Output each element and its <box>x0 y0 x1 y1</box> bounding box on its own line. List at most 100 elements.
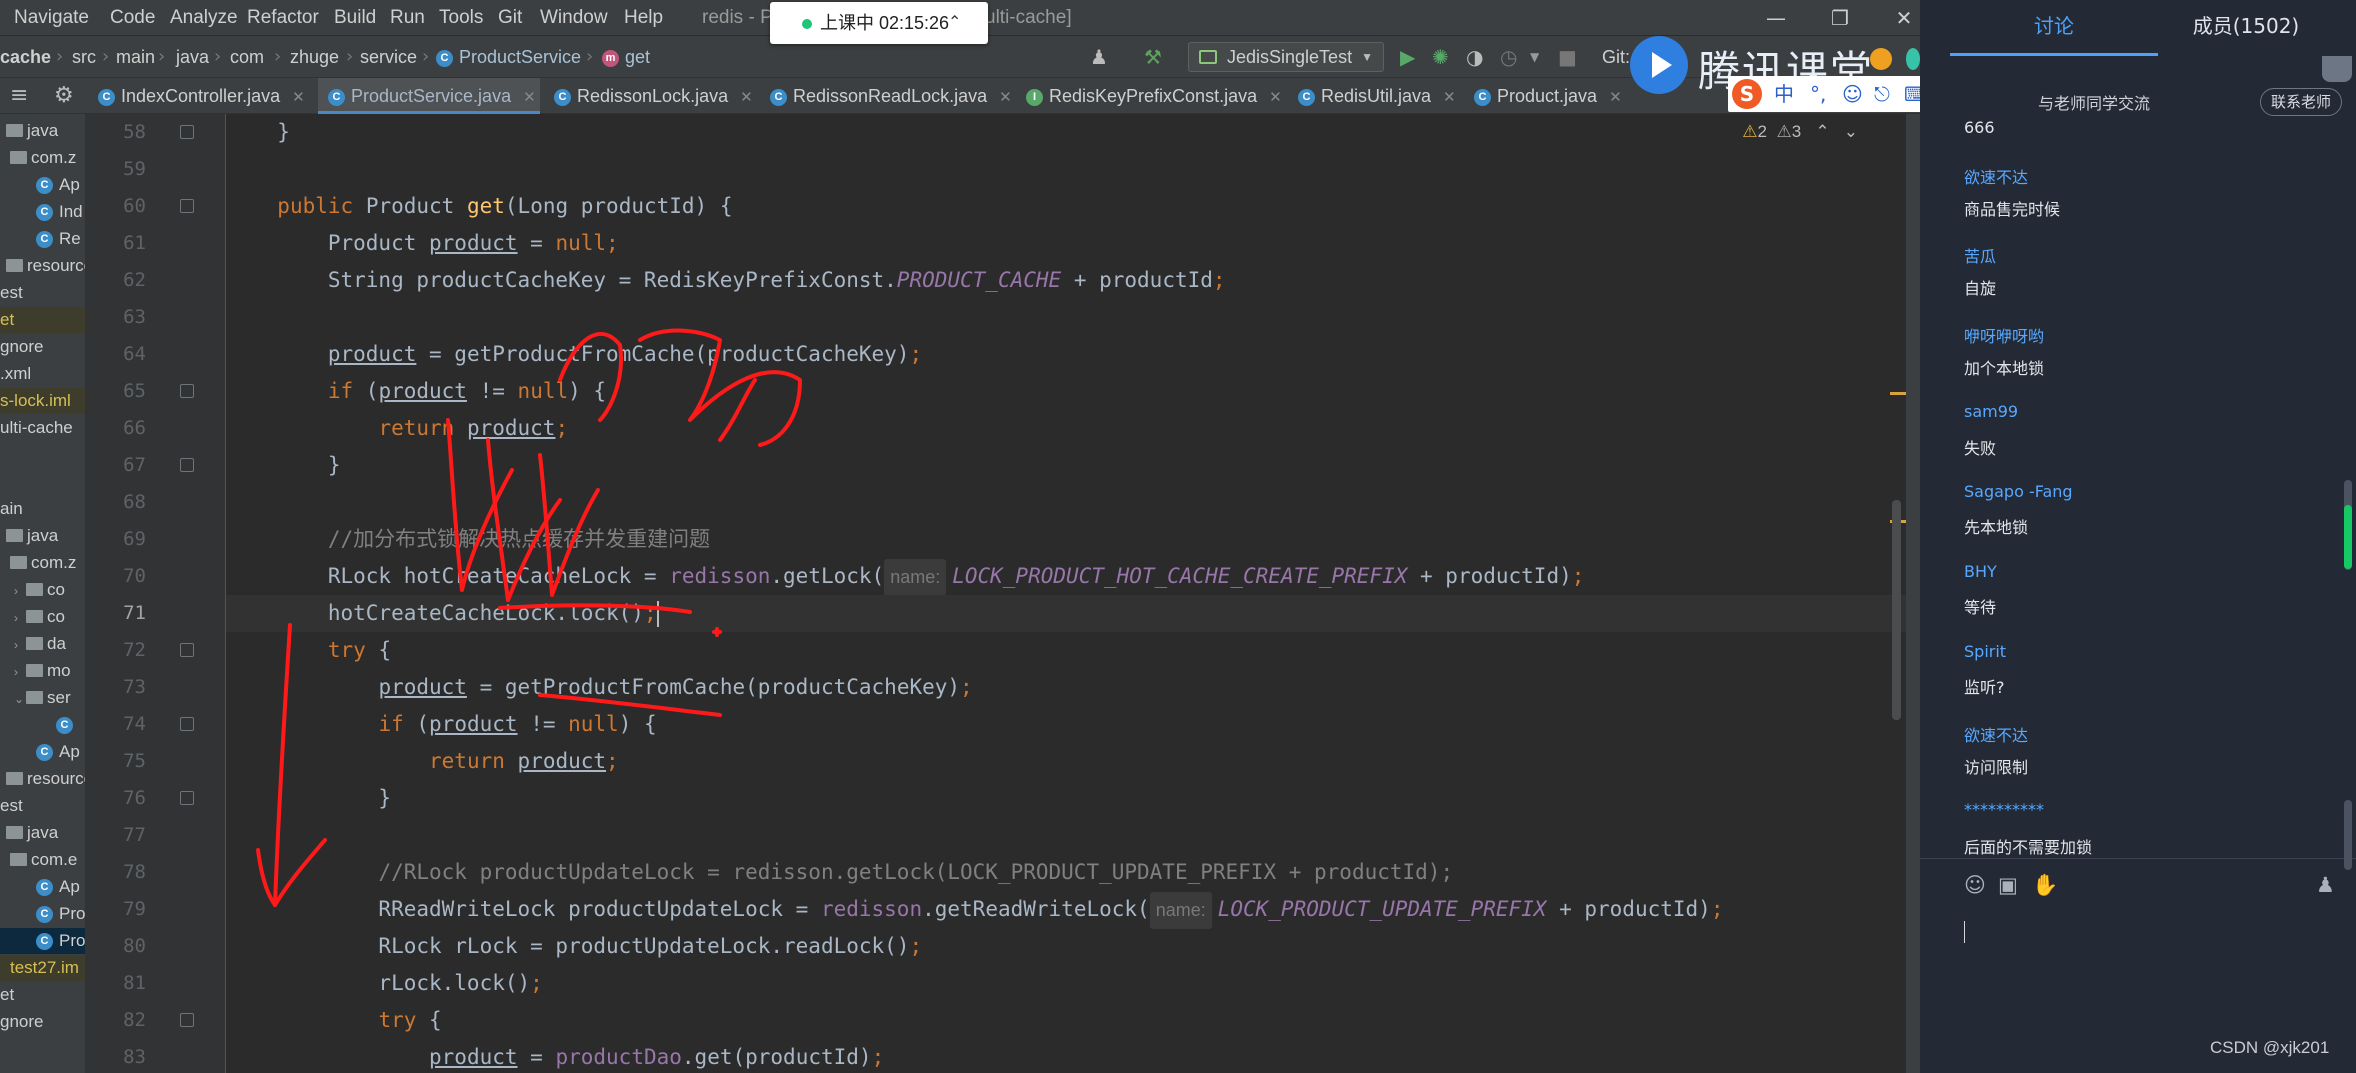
tab-redisutil[interactable]: C RedisUtil.java ✕ <box>1298 78 1472 114</box>
tree-node[interactable]: est <box>0 280 85 306</box>
menu-run[interactable]: Run <box>390 0 425 36</box>
chat-scrollbar-thumb[interactable] <box>2344 800 2352 870</box>
fold-toggle-icon[interactable] <box>180 717 194 731</box>
close-tab-icon[interactable]: ✕ <box>740 89 753 106</box>
line-number[interactable]: 64 <box>86 336 146 373</box>
image-icon[interactable]: ▣ <box>1998 873 2018 897</box>
line-number[interactable]: 67 <box>86 447 146 484</box>
tree-node[interactable]: › co <box>0 577 85 604</box>
punctuation-icon[interactable]: °, <box>1810 80 1826 108</box>
tree-node[interactable]: C Ap <box>0 172 85 198</box>
close-tab-icon[interactable]: ✕ <box>999 89 1012 106</box>
coverage-icon[interactable]: ◑ <box>1466 44 1483 70</box>
fold-toggle-icon[interactable] <box>180 1013 194 1027</box>
tab-productservice[interactable]: C ProductService.java ✕ <box>318 78 540 114</box>
editor-scrollbar[interactable] <box>1892 500 1901 720</box>
line-number[interactable]: 62 <box>86 262 146 299</box>
stop-icon[interactable]: ■ <box>1558 44 1577 70</box>
chat-username[interactable]: ********** <box>1964 800 2044 819</box>
menu-code[interactable]: Code <box>110 0 155 36</box>
tree-node[interactable]: com.z <box>0 550 85 576</box>
tree-node[interactable]: gnore <box>0 334 85 360</box>
breadcrumb-class[interactable]: C ProductService <box>436 36 581 78</box>
fold-toggle-icon[interactable] <box>180 643 194 657</box>
collapse-icon[interactable]: ≡ <box>10 78 28 114</box>
tab-rediskeyprefixconst[interactable]: I RedisKeyPrefixConst.java ✕ <box>1026 78 1296 114</box>
fold-toggle-icon[interactable] <box>180 458 194 472</box>
tab-redissonlock[interactable]: C RedissonLock.java ✕ <box>554 78 766 114</box>
tree-node[interactable]: com.z <box>0 145 85 171</box>
menu-build[interactable]: Build <box>334 0 376 36</box>
tree-node[interactable]: et <box>0 982 85 1008</box>
expand-arrow-icon[interactable]: ⌄ <box>14 686 26 712</box>
line-number[interactable]: 72 <box>86 632 146 669</box>
debug-icon[interactable]: ✺ <box>1432 44 1449 70</box>
line-number[interactable]: 79 <box>86 891 146 928</box>
tab-product[interactable]: C Product.java ✕ <box>1474 78 1640 114</box>
breadcrumb-main[interactable]: main <box>116 36 155 78</box>
expand-arrow-icon[interactable]: › <box>14 632 26 658</box>
line-number[interactable]: 65 <box>86 373 146 410</box>
tree-node[interactable]: C Pro <box>0 928 85 954</box>
line-number[interactable]: 83 <box>86 1039 146 1073</box>
line-number[interactable]: 74 <box>86 706 146 743</box>
tab-members[interactable]: 成员(1502) <box>2140 0 2352 56</box>
line-number[interactable]: 71 <box>86 595 146 632</box>
tree-node[interactable]: C Ap <box>0 739 85 765</box>
ime-toolbar[interactable]: S 中 °, ☺ ⎋ ⌨ ♟ ♜ ▦ <box>1728 76 1920 112</box>
contact-teacher-button[interactable]: 联系老师 <box>2260 88 2342 116</box>
user-settings-icon[interactable]: ♟ <box>2316 873 2335 897</box>
tree-node[interactable]: s-lock.iml <box>0 388 85 414</box>
tree-node[interactable]: resources <box>0 253 85 279</box>
run-configuration-select[interactable]: JedisSingleTest ▼ <box>1188 42 1384 72</box>
tree-node[interactable]: com.e <box>0 847 85 873</box>
profile-dropdown-icon[interactable]: ▼ <box>1530 44 1539 70</box>
fold-toggle-icon[interactable] <box>180 125 194 139</box>
tree-node[interactable]: ⌄ ser <box>0 685 85 712</box>
expand-arrow-icon[interactable]: › <box>14 578 26 604</box>
keyboard-icon[interactable]: ⌨ <box>1904 80 1920 108</box>
tree-node[interactable]: test27.im <box>0 955 85 981</box>
menu-navigate[interactable]: Navigate <box>14 0 89 36</box>
chat-username[interactable]: 欲速不达 <box>1964 722 2028 746</box>
tree-node[interactable]: C <box>0 712 85 738</box>
breadcrumb-java[interactable]: java <box>176 36 209 78</box>
expand-arrow-icon[interactable]: › <box>14 605 26 631</box>
settings-icon[interactable] <box>1906 48 1920 70</box>
breadcrumb-com[interactable]: com <box>230 36 264 78</box>
line-number[interactable]: 82 <box>86 1002 146 1039</box>
upload-icon[interactable] <box>1870 48 1892 70</box>
tree-node[interactable]: ulti-cache <box>0 415 85 441</box>
git-label[interactable]: Git: <box>1602 36 1630 78</box>
close-tab-icon[interactable]: ✕ <box>523 89 536 106</box>
menu-git[interactable]: Git <box>498 0 522 36</box>
line-number[interactable]: 61 <box>86 225 146 262</box>
build-hammer-icon[interactable]: ⚒ <box>1144 44 1162 70</box>
menu-analyze[interactable]: Analyze <box>170 0 238 36</box>
tree-node[interactable]: resources <box>0 766 85 792</box>
chat-username[interactable]: 苦瓜 <box>1964 243 1996 267</box>
line-number[interactable]: 77 <box>86 817 146 854</box>
tree-node[interactable]: › co <box>0 604 85 631</box>
close-tab-icon[interactable]: ✕ <box>292 89 305 106</box>
tab-indexcontroller[interactable]: C IndexController.java ✕ <box>98 78 312 114</box>
gear-icon[interactable]: ⚙ <box>54 78 74 114</box>
menu-tools[interactable]: Tools <box>439 0 483 36</box>
scroll-marker[interactable] <box>1890 392 1906 395</box>
tree-node[interactable]: › mo <box>0 658 85 685</box>
tree-node[interactable] <box>0 442 85 468</box>
emoji-icon[interactable]: ☺ <box>1964 873 1986 897</box>
tree-node[interactable]: .xml <box>0 361 85 387</box>
raise-hand-icon[interactable]: ✋ <box>2032 873 2058 898</box>
run-icon[interactable]: ▶ <box>1400 44 1415 70</box>
breadcrumb-method[interactable]: m get <box>602 36 650 78</box>
line-number[interactable]: 66 <box>86 410 146 447</box>
breadcrumb-zhuge[interactable]: zhuge <box>290 36 339 78</box>
line-number[interactable]: 73 <box>86 669 146 706</box>
line-number[interactable]: 60 <box>86 188 146 225</box>
emoji-icon[interactable]: ☺ <box>1842 80 1863 108</box>
fold-toggle-icon[interactable] <box>180 384 194 398</box>
expand-arrow-icon[interactable]: › <box>14 659 26 685</box>
tab-redissonreadlock[interactable]: C RedissonReadLock.java ✕ <box>770 78 1020 114</box>
tree-node[interactable]: C Ap <box>0 874 85 900</box>
